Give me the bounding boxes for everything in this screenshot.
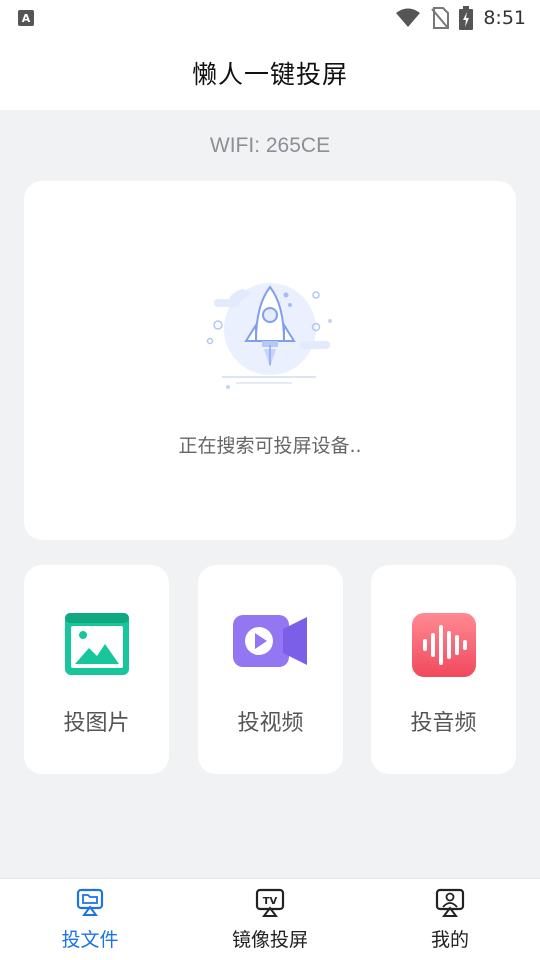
cast-image-button[interactable]: 投图片	[24, 565, 169, 774]
no-sim-icon	[431, 7, 450, 29]
cast-image-icon-wrap	[24, 613, 169, 677]
nav-item-cast-file[interactable]: 投文件	[0, 879, 180, 960]
nav-label-mirror-cast: 镜像投屏	[231, 929, 308, 951]
profile-icon	[435, 888, 465, 917]
rocket-searching-icon	[206, 283, 332, 389]
status-bar-left: A	[18, 10, 34, 26]
nav-label-cast-file: 投文件	[61, 929, 119, 951]
image-icon	[64, 613, 129, 675]
status-bar-right: 8:51	[395, 6, 526, 30]
cast-audio-label: 投音频	[410, 711, 477, 736]
cast-video-label: 投视频	[237, 711, 304, 736]
device-search-card[interactable]: 正在搜索可投屏设备..	[24, 181, 516, 540]
cast-audio-button[interactable]: 投音频	[371, 565, 516, 774]
app-header: 懒人一键投屏	[0, 36, 540, 110]
cast-video-icon-wrap	[198, 613, 343, 677]
cast-file-icon	[76, 888, 104, 916]
nav-label-profile: 我的	[430, 929, 469, 951]
svg-text:TV: TV	[263, 896, 278, 907]
page-title: 懒人一键投屏	[191, 60, 348, 89]
wifi-icon	[396, 8, 421, 27]
notification-a-icon: A	[18, 10, 34, 26]
nav-item-mirror-cast[interactable]: TV 镜像投屏	[180, 879, 360, 960]
battery-charging-icon	[459, 6, 474, 30]
wifi-name-label: WIFI: 265CE	[209, 134, 331, 157]
status-bar: A 8:51	[0, 0, 540, 36]
searching-status-text: 正在搜索可投屏设备..	[178, 435, 362, 457]
video-camera-icon	[232, 615, 307, 667]
bottom-nav: 投文件 TV 镜像投屏 我的	[0, 878, 540, 960]
cast-audio-icon-wrap	[371, 613, 516, 677]
cast-image-label: 投图片	[63, 711, 130, 736]
audio-wave-icon	[411, 613, 476, 677]
tv-mirror-icon: TV	[255, 888, 285, 917]
status-time: 8:51	[483, 7, 526, 29]
nav-item-profile[interactable]: 我的	[360, 879, 540, 960]
cast-video-button[interactable]: 投视频	[198, 565, 343, 774]
